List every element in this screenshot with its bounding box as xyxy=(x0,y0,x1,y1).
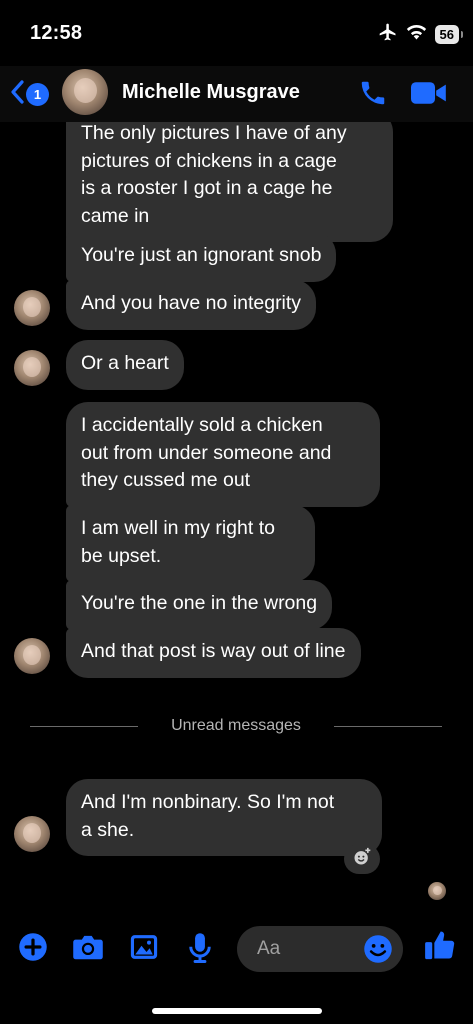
message-bubble[interactable]: And that post is way out of line xyxy=(66,628,361,678)
status-bar: 12:58 56 xyxy=(0,0,473,66)
back-chevron-icon xyxy=(10,80,24,109)
message-bubble[interactable]: I am well in my right to be upset. xyxy=(66,505,315,582)
message-thread[interactable]: The only pictures I have of any pictures… xyxy=(0,122,473,912)
camera-icon[interactable] xyxy=(72,932,104,967)
back-button[interactable]: 1 xyxy=(10,80,49,109)
message-input-placeholder: Aa xyxy=(257,938,281,959)
message-bubble[interactable]: I accidentally sold a chicken out from u… xyxy=(66,402,380,507)
emoji-icon[interactable] xyxy=(363,934,393,969)
composer-bar: Aa xyxy=(0,912,473,982)
message-input[interactable]: Aa xyxy=(237,926,403,972)
message-bubble[interactable]: Or a heart xyxy=(66,340,184,390)
unread-badge: 1 xyxy=(26,83,49,106)
message-bubble[interactable]: You're the one in the wrong xyxy=(66,580,333,630)
video-icon[interactable] xyxy=(411,80,447,111)
mic-icon[interactable] xyxy=(186,932,214,969)
divider-line xyxy=(334,726,442,727)
add-reaction-button[interactable] xyxy=(344,844,380,874)
sender-avatar xyxy=(14,816,50,852)
contact-avatar[interactable] xyxy=(62,69,108,115)
wifi-icon xyxy=(406,24,427,45)
message-bubble[interactable]: And I'm nonbinary. So I'm not a she. xyxy=(66,779,382,856)
airplane-icon xyxy=(378,22,398,47)
sender-avatar xyxy=(14,290,50,326)
battery-indicator: 56 xyxy=(434,25,464,44)
message-bubble[interactable]: And you have no integrity xyxy=(66,280,317,330)
conversation-header: 1 Michelle Musgrave xyxy=(0,66,473,122)
phone-icon[interactable] xyxy=(358,78,388,113)
sender-avatar xyxy=(14,638,50,674)
add-reaction-icon xyxy=(352,847,372,872)
unread-divider: Unread messages xyxy=(30,717,442,737)
plus-icon[interactable] xyxy=(18,932,48,967)
contact-name[interactable]: Michelle Musgrave xyxy=(122,81,300,104)
status-time: 12:58 xyxy=(30,22,83,44)
sender-avatar xyxy=(14,350,50,386)
message-bubble[interactable]: The only pictures I have of any pictures… xyxy=(66,122,393,242)
gallery-icon[interactable] xyxy=(129,932,159,967)
thumbs-up-icon[interactable] xyxy=(423,928,457,967)
message-bubble[interactable]: You're just an ignorant snob xyxy=(66,232,337,282)
status-icons: 56 xyxy=(378,22,464,47)
read-receipt-avatar xyxy=(428,882,446,900)
home-indicator xyxy=(152,1008,322,1014)
